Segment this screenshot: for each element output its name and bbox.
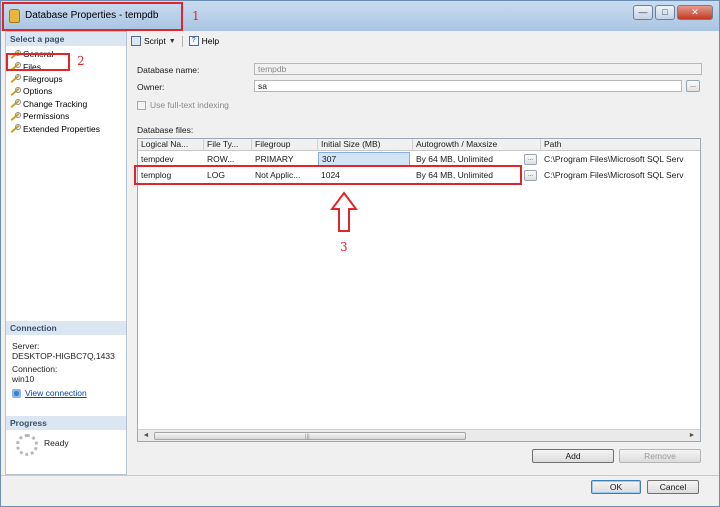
column-header-initial-size[interactable]: Initial Size (MB) (318, 139, 413, 151)
footer-divider (1, 475, 719, 476)
view-connection-link[interactable]: View connection (12, 388, 115, 398)
close-button[interactable]: ✕ (677, 5, 713, 20)
annotation-box-files (6, 53, 70, 71)
grid-header: Logical Na... File Ty... Filegroup Initi… (138, 139, 700, 151)
annotation-box-templog-row (134, 165, 522, 185)
path-cell: C:\Program Files\Microsoft SQL Serv (544, 170, 684, 180)
scroll-grip-icon: ||| (305, 434, 310, 440)
scroll-left-icon[interactable]: ◄ (140, 430, 152, 441)
help-icon: ? (188, 36, 199, 46)
fulltext-label: Use full-text indexing (150, 100, 229, 110)
connection-properties-icon (12, 388, 21, 398)
server-label: Server: (12, 341, 40, 351)
connection-value: win10 (12, 374, 35, 384)
scroll-right-icon[interactable]: ► (686, 430, 698, 441)
add-button[interactable]: Add (532, 449, 614, 463)
chevron-down-icon: ▼ (168, 37, 176, 45)
fulltext-checkbox-row[interactable]: Use full-text indexing (137, 100, 229, 110)
annotation-up-arrow-icon (330, 191, 358, 232)
select-page-header: Select a page (6, 32, 126, 46)
column-header-file-type[interactable]: File Ty... (204, 139, 252, 151)
annotation-marker-1: 1 (192, 9, 200, 23)
connection-label: Connection: (12, 364, 58, 374)
server-value: DESKTOP-HIGBC7Q,1433 (12, 351, 115, 361)
page-item-label: Extended Properties (23, 123, 101, 134)
owner-field[interactable]: sa (254, 80, 682, 92)
page-item-label: Change Tracking (23, 98, 88, 109)
page-item-options[interactable]: Options (10, 85, 126, 97)
connection-details: Server: DESKTOP-HIGBC7Q,1433 Connection:… (12, 341, 115, 398)
column-header-filegroup[interactable]: Filegroup (252, 139, 318, 151)
remove-button[interactable]: Remove (619, 449, 701, 463)
annotation-marker-2: 2 (77, 54, 85, 68)
database-name-field[interactable]: tempdb (254, 63, 702, 75)
fulltext-checkbox[interactable] (137, 100, 146, 110)
database-files-label: Database files: (137, 125, 194, 135)
database-properties-window: Database Properties - tempdb — □ ✕ Selec… (0, 0, 720, 507)
owner-label: Owner: (137, 82, 165, 92)
progress-spinner-icon (16, 434, 38, 456)
column-header-path[interactable]: Path (541, 139, 700, 151)
page-item-change-tracking[interactable]: Change Tracking (10, 98, 126, 110)
sidebar: Select a page General Files Filegroups O… (5, 31, 127, 475)
wrench-icon (10, 74, 21, 83)
wrench-icon (10, 124, 21, 133)
page-item-label: Filegroups (23, 73, 63, 84)
connection-header: Connection (6, 321, 126, 335)
database-name-label: Database name: (137, 65, 200, 75)
page-item-permissions[interactable]: Permissions (10, 110, 126, 122)
toolbar: Script ▼ ? Help (131, 34, 219, 48)
wrench-icon (10, 86, 21, 96)
script-icon (131, 36, 141, 46)
help-button[interactable]: ? Help (188, 36, 220, 46)
autogrowth-edit-button[interactable]: ... (524, 170, 537, 181)
toolbar-divider (181, 35, 183, 47)
maximize-button[interactable]: □ (655, 5, 675, 20)
horizontal-scrollbar[interactable]: ◄ ||| ► (138, 429, 700, 441)
path-cell: C:\Program Files\Microsoft SQL Serv (544, 154, 684, 164)
window-controls: — □ ✕ (633, 5, 713, 20)
column-header-autogrowth[interactable]: Autogrowth / Maxsize (413, 139, 541, 151)
script-button[interactable]: Script ▼ (131, 36, 176, 46)
autogrowth-edit-button[interactable]: ... (524, 154, 537, 165)
page-item-label: Options (23, 86, 53, 97)
minimize-button[interactable]: — (633, 5, 653, 20)
help-label: Help (201, 36, 220, 46)
wrench-icon (10, 111, 21, 121)
script-label: Script (144, 36, 166, 46)
owner-browse-button[interactable]: ... (686, 80, 700, 92)
view-connection-label: View connection (25, 388, 87, 398)
scroll-thumb[interactable]: ||| (154, 432, 466, 440)
cancel-button[interactable]: Cancel (647, 480, 699, 494)
ok-button[interactable]: OK (591, 480, 641, 494)
page-item-label: Permissions (23, 111, 70, 122)
column-header-logical-name[interactable]: Logical Na... (138, 139, 204, 151)
annotation-box-title (2, 2, 183, 31)
progress-header: Progress (6, 416, 126, 430)
annotation-marker-3: 3 (340, 240, 348, 254)
page-item-extended-properties[interactable]: Extended Properties (10, 122, 126, 134)
progress-status: Ready (44, 438, 69, 448)
files-page: Database name: tempdb Owner: sa ... Use … (129, 49, 711, 475)
page-item-filegroups[interactable]: Filegroups (10, 73, 126, 85)
wrench-icon (10, 99, 21, 108)
